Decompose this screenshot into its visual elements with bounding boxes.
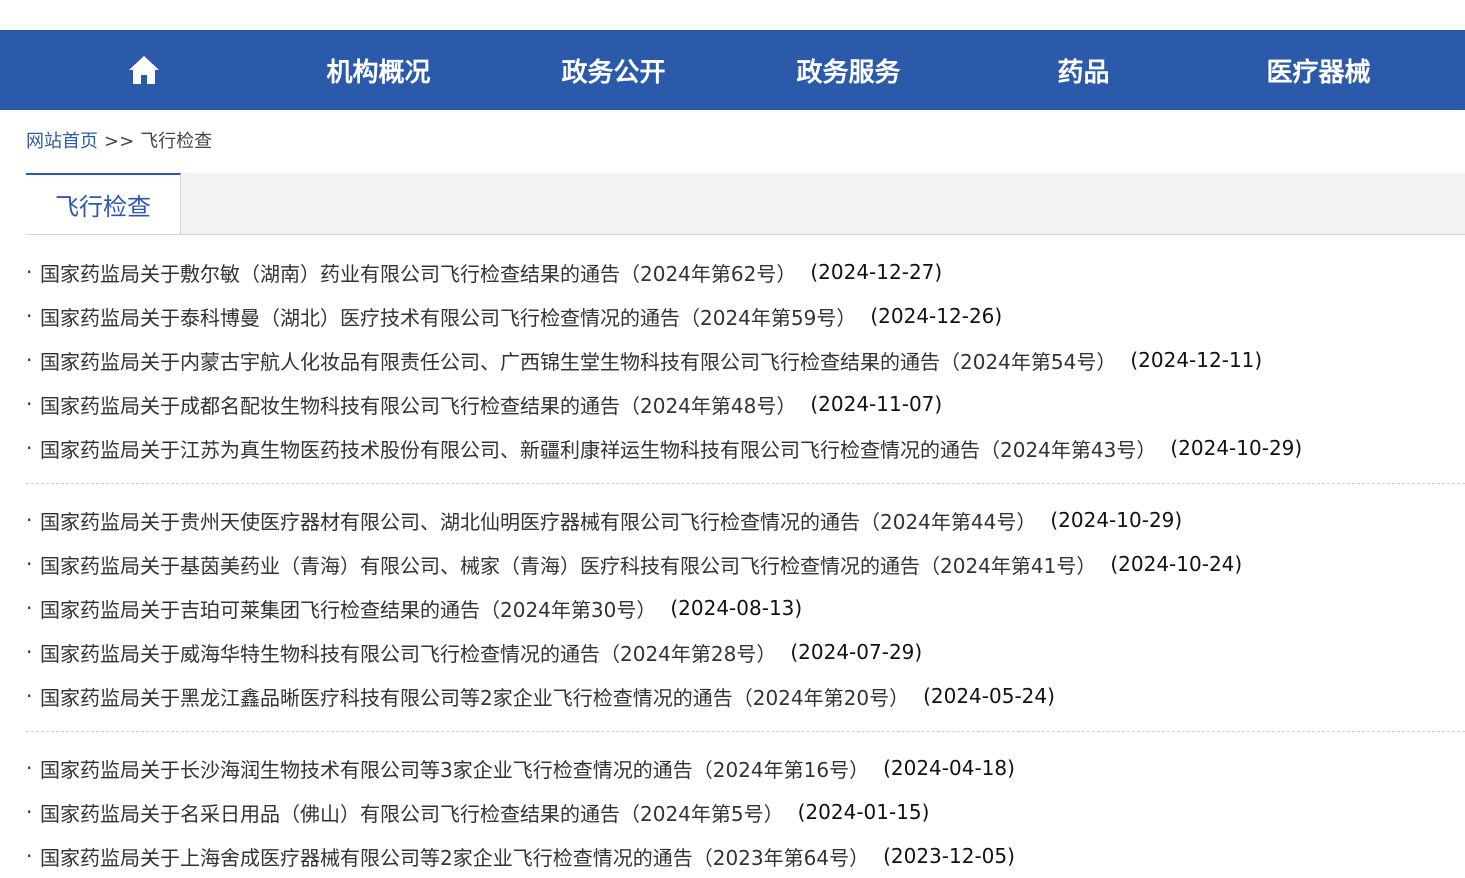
bullet-icon: · xyxy=(26,348,33,372)
list-item[interactable]: · 国家药监局关于威海华特生物科技有限公司飞行检查情况的通告（2024年第28号）… xyxy=(26,630,1465,674)
main-nav-bar: 机构概况 政务公开 政务服务 药品 医疗器械 xyxy=(0,30,1465,110)
notice-date: (2024-11-07) xyxy=(810,392,943,416)
notice-date: (2024-08-13) xyxy=(670,596,803,620)
notice-date: (2024-01-15) xyxy=(797,800,930,824)
notice-date: (2024-10-24) xyxy=(1110,552,1243,576)
list-item[interactable]: · 国家药监局关于成都名配妆生物科技有限公司飞行检查结果的通告（2024年第48号… xyxy=(26,382,1465,426)
list-item[interactable]: · 国家药监局关于敷尔敏（湖南）药业有限公司飞行检查结果的通告（2024年第62号… xyxy=(26,250,1465,294)
notice-title-link[interactable]: 国家药监局关于江苏为真生物医药技术股份有限公司、新疆利康祥运生物科技有限公司飞行… xyxy=(40,434,1156,463)
nav-item-drugs[interactable]: 药品 xyxy=(966,30,1201,110)
notice-date: (2023-12-05) xyxy=(883,844,1015,868)
notice-title-link[interactable]: 国家药监局关于上海舍成医疗器械有限公司等2家企业飞行检查情况的通告（2023年第… xyxy=(40,842,869,871)
notice-date: (2024-04-18) xyxy=(883,756,1015,780)
bullet-icon: · xyxy=(26,392,33,416)
list-item[interactable]: · 国家药监局关于黑龙江鑫品晰医疗科技有限公司等2家企业飞行检查情况的通告（202… xyxy=(26,674,1465,718)
bullet-icon: · xyxy=(26,800,33,824)
bullet-icon: · xyxy=(26,640,33,664)
section-tab-bar: 飞行检查 xyxy=(26,173,1465,235)
group-divider xyxy=(26,731,1465,732)
notice-date: (2024-12-26) xyxy=(870,304,1003,328)
tab-flight-inspection[interactable]: 飞行检查 xyxy=(26,173,181,234)
notice-title-link[interactable]: 国家药监局关于成都名配妆生物科技有限公司飞行检查结果的通告（2024年第48号） xyxy=(40,390,796,419)
breadcrumb: 网站首页 >> 飞行检查 xyxy=(26,128,212,156)
list-item[interactable]: · 国家药监局关于江苏为真生物医药技术股份有限公司、新疆利康祥运生物科技有限公司飞… xyxy=(26,426,1465,470)
list-item[interactable]: · 国家药监局关于名采日用品（佛山）有限公司飞行检查结果的通告（2024年第5号）… xyxy=(26,790,1465,834)
notice-date: (2024-12-11) xyxy=(1130,348,1263,372)
nav-item-government-affairs-disclosure[interactable]: 政务公开 xyxy=(496,30,731,110)
bullet-icon: · xyxy=(26,552,33,576)
breadcrumb-home-link[interactable]: 网站首页 xyxy=(26,131,98,152)
list-item[interactable]: · 国家药监局关于贵州天使医疗器材有限公司、湖北仙明医疗器械有限公司飞行检查情况的… xyxy=(26,498,1465,542)
notice-title-link[interactable]: 国家药监局关于敷尔敏（湖南）药业有限公司飞行检查结果的通告（2024年第62号） xyxy=(40,258,796,287)
list-item[interactable]: · 国家药监局关于内蒙古宇航人化妆品有限责任公司、广西锦生堂生物科技有限公司飞行检… xyxy=(26,338,1465,382)
breadcrumb-current: 飞行检查 xyxy=(140,131,213,152)
notice-group: · 国家药监局关于贵州天使医疗器材有限公司、湖北仙明医疗器械有限公司飞行检查情况的… xyxy=(26,498,1465,718)
notice-title-link[interactable]: 国家药监局关于基茵美药业（青海）有限公司、械家（青海）医疗科技有限公司飞行检查情… xyxy=(40,550,1096,579)
notice-title-link[interactable]: 国家药监局关于名采日用品（佛山）有限公司飞行检查结果的通告（2024年第5号） xyxy=(40,798,784,827)
bullet-icon: · xyxy=(26,436,33,460)
group-divider xyxy=(26,483,1465,484)
list-item[interactable]: · 国家药监局关于基茵美药业（青海）有限公司、械家（青海）医疗科技有限公司飞行检查… xyxy=(26,542,1465,586)
notice-group: · 国家药监局关于长沙海润生物技术有限公司等3家企业飞行检查情况的通告（2024年… xyxy=(26,746,1465,878)
list-item[interactable]: · 国家药监局关于吉珀可莱集团飞行检查结果的通告（2024年第30号） (2024-… xyxy=(26,586,1465,630)
notice-date: (2024-12-27) xyxy=(810,260,943,284)
notice-date: (2024-05-24) xyxy=(923,684,1055,708)
notice-date: (2024-07-29) xyxy=(790,640,923,664)
notice-title-link[interactable]: 国家药监局关于吉珀可莱集团飞行检查结果的通告（2024年第30号） xyxy=(40,594,656,623)
nav-item-medical-devices[interactable]: 医疗器械 xyxy=(1201,30,1436,110)
notice-date: (2024-10-29) xyxy=(1050,508,1183,532)
home-icon xyxy=(127,53,161,87)
notice-title-link[interactable]: 国家药监局关于贵州天使医疗器材有限公司、湖北仙明医疗器械有限公司飞行检查情况的通… xyxy=(40,506,1036,535)
bullet-icon: · xyxy=(26,756,33,780)
notice-title-link[interactable]: 国家药监局关于威海华特生物科技有限公司飞行检查情况的通告（2024年第28号） xyxy=(40,638,776,667)
bullet-icon: · xyxy=(26,508,33,532)
list-item[interactable]: · 国家药监局关于上海舍成医疗器械有限公司等2家企业飞行检查情况的通告（2023年… xyxy=(26,834,1465,878)
nav-item-institution-overview[interactable]: 机构概况 xyxy=(261,30,496,110)
notice-list: · 国家药监局关于敷尔敏（湖南）药业有限公司飞行检查结果的通告（2024年第62号… xyxy=(26,250,1465,878)
nav-item-government-services[interactable]: 政务服务 xyxy=(731,30,966,110)
bullet-icon: · xyxy=(26,304,33,328)
bullet-icon: · xyxy=(26,844,33,868)
notice-title-link[interactable]: 国家药监局关于泰科博曼（湖北）医疗技术有限公司飞行检查情况的通告（2024年第5… xyxy=(40,302,856,331)
notice-date: (2024-10-29) xyxy=(1170,436,1303,460)
notice-title-link[interactable]: 国家药监局关于长沙海润生物技术有限公司等3家企业飞行检查情况的通告（2024年第… xyxy=(40,754,869,783)
bullet-icon: · xyxy=(26,596,33,620)
list-item[interactable]: · 国家药监局关于长沙海润生物技术有限公司等3家企业飞行检查情况的通告（2024年… xyxy=(26,746,1465,790)
list-item[interactable]: · 国家药监局关于泰科博曼（湖北）医疗技术有限公司飞行检查情况的通告（2024年第… xyxy=(26,294,1465,338)
breadcrumb-separator: >> xyxy=(104,131,135,152)
notice-title-link[interactable]: 国家药监局关于内蒙古宇航人化妆品有限责任公司、广西锦生堂生物科技有限公司飞行检查… xyxy=(40,346,1116,375)
top-band xyxy=(0,0,1465,30)
bullet-icon: · xyxy=(26,684,33,708)
bullet-icon: · xyxy=(26,260,33,284)
nav-home-button[interactable] xyxy=(26,30,261,110)
notice-group: · 国家药监局关于敷尔敏（湖南）药业有限公司飞行检查结果的通告（2024年第62号… xyxy=(26,250,1465,470)
notice-title-link[interactable]: 国家药监局关于黑龙江鑫品晰医疗科技有限公司等2家企业飞行检查情况的通告（2024… xyxy=(40,682,909,711)
